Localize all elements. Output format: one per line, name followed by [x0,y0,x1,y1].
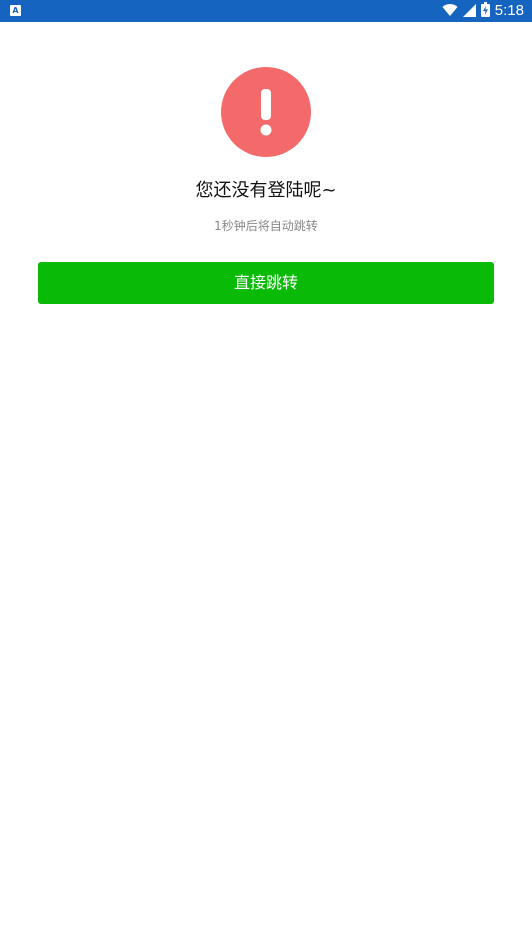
exclamation-icon [221,67,311,157]
notice-title: 您还没有登陆呢~ [195,180,337,201]
battery-charging-icon [480,1,490,21]
cell-signal-icon [462,2,476,21]
status-icons: 5:18 [442,0,524,22]
status-time: 5:18 [494,2,524,19]
redirect-countdown-text: 1秒钟后将自动跳转 [214,219,318,233]
login-required-page: 您还没有登陆呢~ 1秒钟后将自动跳转 直接跳转 [0,22,532,946]
app-badge-label: A [12,6,19,15]
status-bar: A 5:18 [0,0,532,22]
jump-now-button[interactable]: 直接跳转 [38,262,494,304]
app-notification-icon: A [10,5,21,16]
wifi-icon [442,2,458,21]
